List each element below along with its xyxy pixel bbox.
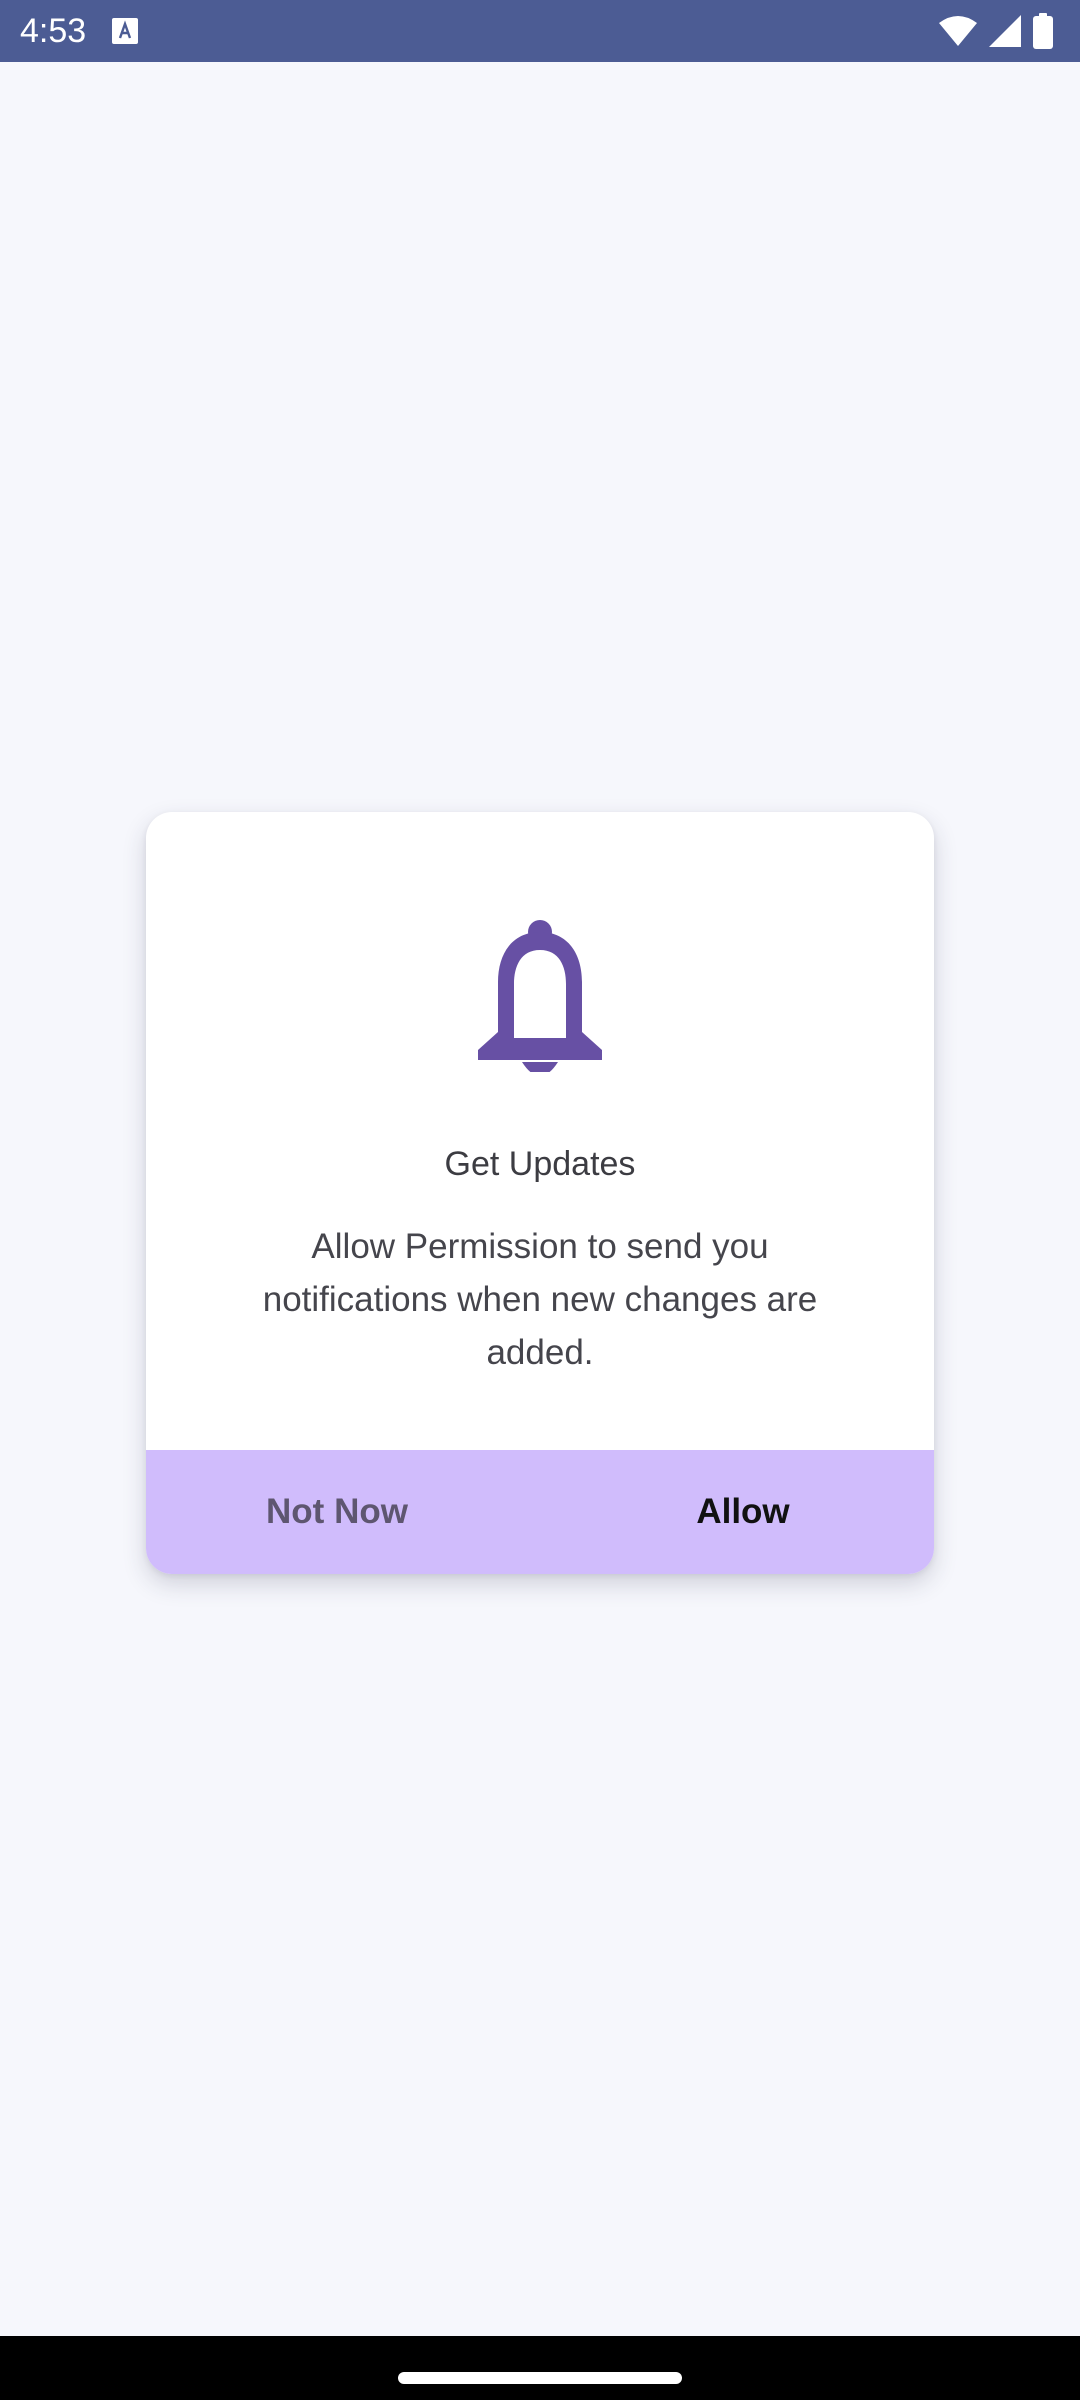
dialog-title: Get Updates bbox=[444, 1145, 636, 1183]
allow-button[interactable]: Allow bbox=[540, 1450, 934, 1574]
notification-permission-dialog: Get Updates Allow Permission to send you… bbox=[146, 812, 934, 1574]
keyboard-app-icon bbox=[112, 18, 138, 44]
dialog-actions: Not Now Allow bbox=[146, 1450, 934, 1574]
not-now-button[interactable]: Not Now bbox=[146, 1450, 540, 1574]
status-bar: 4:53 bbox=[0, 0, 1080, 62]
status-icons bbox=[938, 12, 1054, 50]
status-time: 4:53 bbox=[20, 12, 87, 50]
home-indicator[interactable] bbox=[398, 2372, 682, 2384]
dialog-message: Allow Permission to send you notificatio… bbox=[262, 1227, 818, 1372]
battery-icon bbox=[1033, 13, 1053, 49]
cellular-signal-icon bbox=[989, 15, 1021, 47]
navigation-bar bbox=[0, 2336, 1080, 2400]
wifi-icon bbox=[939, 16, 977, 46]
bell-icon bbox=[478, 920, 602, 1072]
